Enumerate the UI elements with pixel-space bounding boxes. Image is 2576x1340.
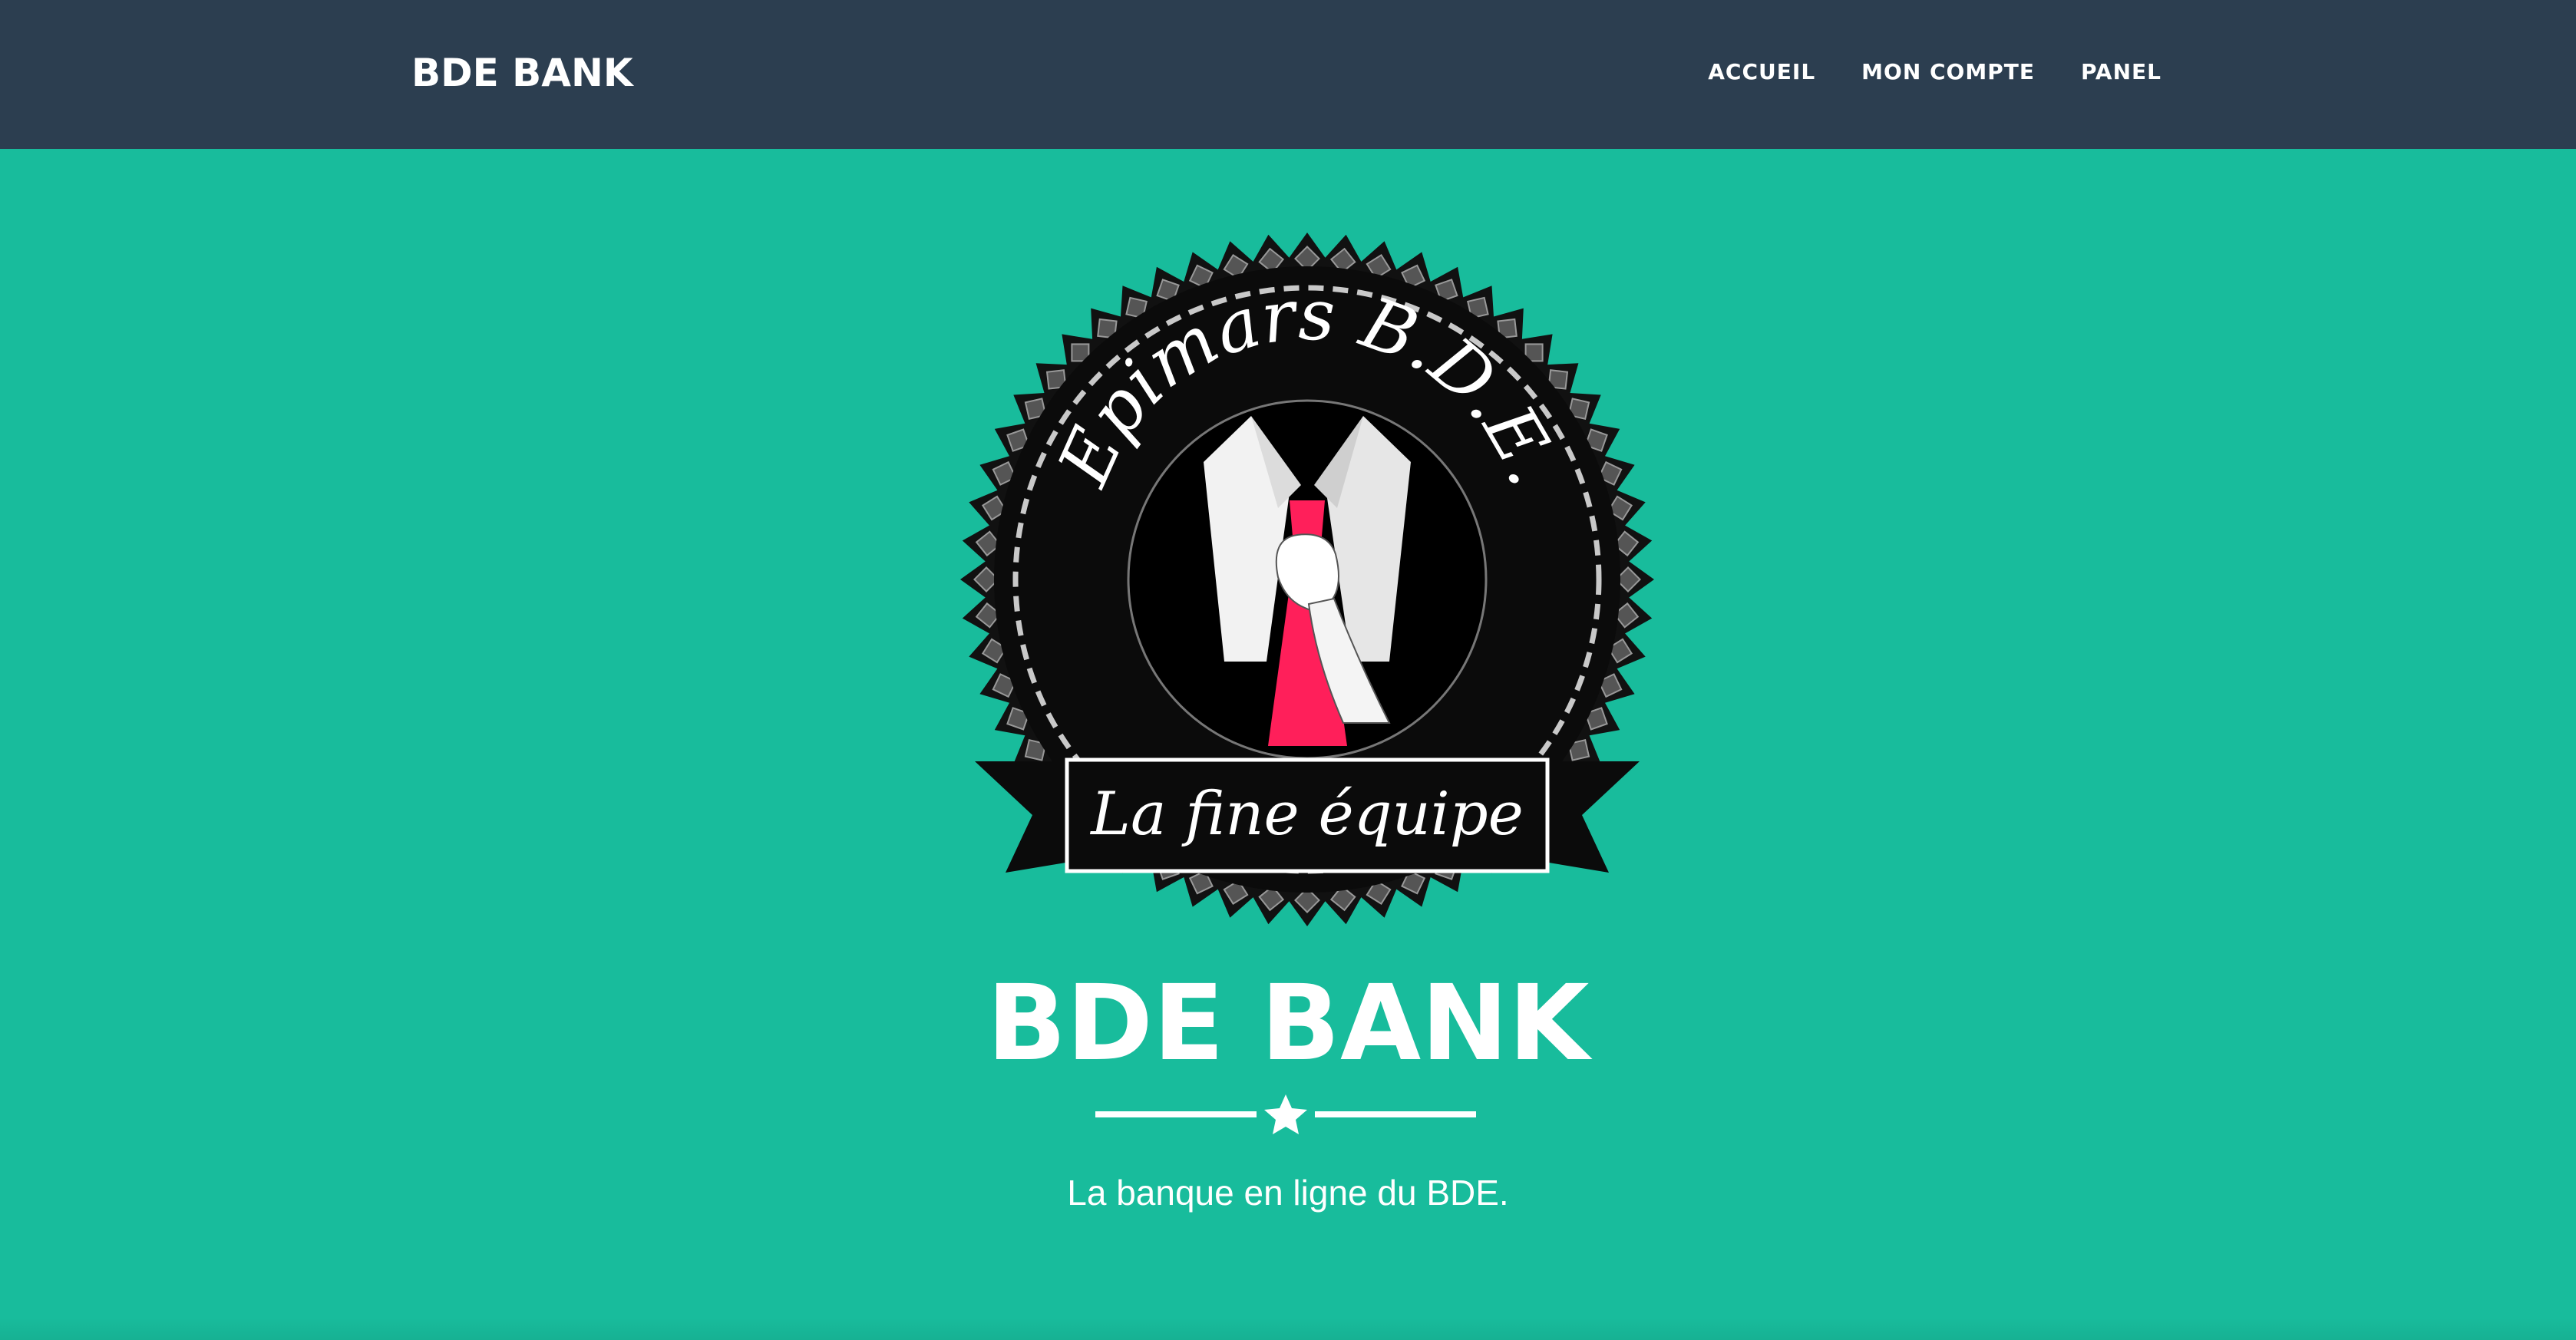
star-divider (1095, 1094, 1476, 1134)
bde-logo: Epimars B.D.E. La fine équipe (959, 232, 1655, 927)
star-icon (1264, 1094, 1307, 1134)
nav-links: ACCUEIL MON COMPTE PANEL (1708, 57, 2162, 87)
hero-bottom-shadow (0, 1317, 2576, 1340)
brand-link[interactable]: BDE BANK (411, 46, 633, 100)
hero-section: Epimars B.D.E. La fine équipe BDE BANK L… (0, 149, 2576, 1340)
hero-tagline: La banque en ligne du BDE. (1067, 1173, 1509, 1213)
nav-link-accueil[interactable]: ACCUEIL (1708, 57, 1815, 87)
badge-ribbon-text: La fine équipe (1089, 780, 1524, 849)
nav-link-panel[interactable]: PANEL (2081, 57, 2162, 87)
nav-link-mon-compte[interactable]: MON COMPTE (1861, 57, 2035, 87)
badge-ribbon: La fine équipe (975, 757, 1640, 873)
hero-title: BDE BANK (986, 963, 1590, 1084)
navbar: BDE BANK ACCUEIL MON COMPTE PANEL (0, 0, 2576, 149)
divider-line-right (1315, 1111, 1476, 1117)
divider-line-left (1095, 1111, 1257, 1117)
bde-logo-badge: Epimars B.D.E. La fine équipe (960, 233, 1654, 926)
